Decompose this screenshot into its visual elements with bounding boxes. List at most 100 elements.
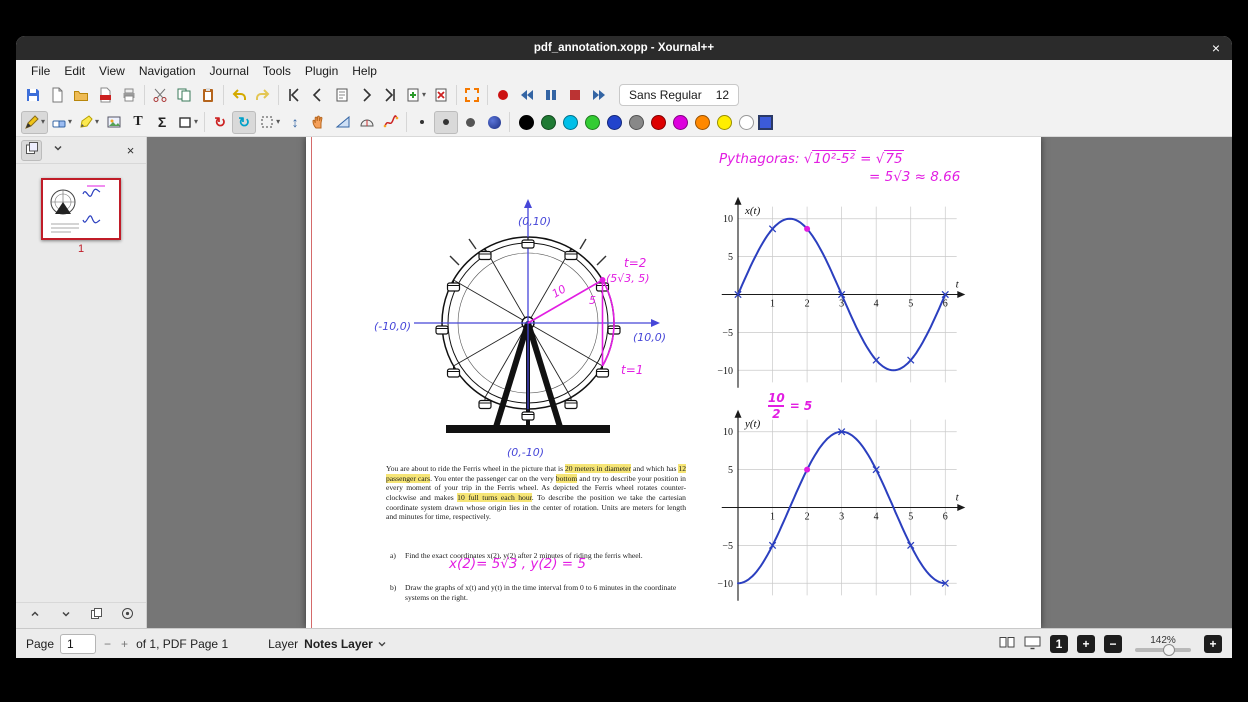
last-page-button[interactable]	[378, 83, 402, 106]
first-page-button[interactable]	[282, 83, 306, 106]
color-swatch-2[interactable]	[563, 114, 579, 130]
duplicate-page-button[interactable]	[86, 605, 107, 626]
menu-item-navigation[interactable]: Navigation	[132, 62, 203, 80]
document-canvas[interactable]: Pythagoras: √10²-5² = √75 = 5√3 ≈ 8.66 1…	[147, 137, 1232, 628]
save-button[interactable]	[21, 83, 45, 106]
svg-text:2: 2	[805, 512, 810, 523]
pause-button[interactable]	[539, 83, 563, 106]
open-button[interactable]	[69, 83, 93, 106]
radical-1: √10²-5²	[803, 150, 856, 167]
xournalpp-window: pdf_annotation.xopp - Xournal++ × File Ed…	[16, 36, 1232, 658]
color-swatch-10[interactable]	[739, 114, 755, 130]
content-area: × 1 Pythagoras: √10²-5² = √75 = 5√3 ≈ 8.…	[16, 137, 1232, 628]
image-tool-button[interactable]	[102, 111, 126, 134]
page-number-indicator[interactable]: 1	[1050, 634, 1068, 653]
math-tex-button[interactable]: Σ	[150, 111, 174, 134]
select-tool-button[interactable]: ▾	[256, 111, 283, 134]
vertical-space-button[interactable]: ↕	[283, 111, 307, 134]
copy-button[interactable]	[172, 83, 196, 106]
menu-item-help[interactable]: Help	[345, 62, 384, 80]
color-swatch-9[interactable]	[717, 114, 733, 130]
stroke-width-thick-button[interactable]	[458, 111, 482, 134]
delete-page-button[interactable]	[429, 83, 453, 106]
stroke-width-fine-button[interactable]	[410, 111, 434, 134]
stroke-width-medium-button[interactable]	[434, 110, 459, 134]
window-title: pdf_annotation.xopp - Xournal++	[533, 42, 715, 54]
color-swatch-0[interactable]	[519, 114, 535, 130]
window-close-button[interactable]: ×	[1212, 36, 1220, 60]
previous-page-button[interactable]	[306, 83, 330, 106]
paste-button[interactable]	[196, 83, 220, 106]
presentation-mode-button[interactable]	[1024, 635, 1041, 653]
color-swatch-5[interactable]	[629, 114, 645, 130]
page-decrement-button[interactable]: −	[102, 637, 113, 651]
stop-button[interactable]	[563, 83, 587, 106]
annotated-page-icon	[334, 87, 350, 103]
page-increment-button[interactable]: +	[119, 637, 130, 651]
eraser-tool-button[interactable]: ▾	[48, 111, 75, 134]
menu-item-file[interactable]: File	[24, 62, 57, 80]
color-swatch-8[interactable]	[695, 114, 711, 130]
preview-pane-button[interactable]	[21, 139, 42, 161]
new-document-button[interactable]	[45, 83, 69, 106]
fullscreen-button[interactable]	[460, 83, 484, 106]
zoom-slider[interactable]	[1135, 644, 1191, 656]
layer-select[interactable]: Notes Layer	[304, 637, 387, 651]
annotated-page-button[interactable]	[330, 83, 354, 106]
chevron-down-icon	[52, 141, 64, 159]
cut-button[interactable]	[148, 83, 172, 106]
sidebar-close-button[interactable]: ×	[120, 140, 141, 161]
highlighter-tool-button[interactable]: ▾	[75, 111, 102, 134]
color-swatch-4[interactable]	[607, 114, 623, 130]
focus-page-button[interactable]	[117, 605, 138, 626]
export-pdf-button[interactable]	[93, 83, 117, 106]
zoom-slider-handle[interactable]	[1162, 644, 1175, 656]
color-swatch-1[interactable]	[541, 114, 557, 130]
menu-item-view[interactable]: View	[92, 62, 132, 80]
color-swatch-7[interactable]	[673, 114, 689, 130]
zoom-in-button[interactable]: +	[1077, 634, 1095, 653]
color-swatch-3[interactable]	[585, 114, 601, 130]
redo-button[interactable]	[251, 83, 275, 106]
menu-item-plugin[interactable]: Plugin	[298, 62, 345, 80]
menu-item-journal[interactable]: Journal	[203, 62, 256, 80]
scroll-up-button[interactable]	[24, 605, 45, 626]
sidebar-dropdown-button[interactable]	[47, 140, 68, 161]
sidebar: × 1	[16, 137, 147, 628]
pen-tool-button[interactable]: ▾	[21, 110, 49, 134]
menu-item-tools[interactable]: Tools	[256, 62, 298, 80]
color-picker-button[interactable]	[758, 114, 774, 130]
grid-snap-button[interactable]: ↻	[232, 110, 257, 134]
rewind-button[interactable]	[515, 83, 539, 106]
next-page-button[interactable]	[354, 83, 378, 106]
add-page-button[interactable]: ▾	[402, 83, 429, 106]
fill-toggle-button[interactable]	[482, 111, 506, 134]
compass-tool-button[interactable]	[355, 111, 379, 134]
spline-tool-button[interactable]	[379, 111, 403, 134]
record-button[interactable]	[491, 83, 515, 106]
print-button[interactable]	[117, 83, 141, 106]
pythagoras-annotation: Pythagoras: √10²-5² = √75 = 5√3 ≈ 8.66	[719, 150, 961, 185]
forward-button[interactable]	[587, 83, 611, 106]
shapes-tool-button[interactable]: ▾	[174, 111, 201, 134]
page-number-input[interactable]	[60, 633, 97, 654]
menu-item-edit[interactable]: Edit	[57, 62, 92, 80]
rotation-snap-button[interactable]: ↻	[208, 111, 232, 134]
pdf-page[interactable]: Pythagoras: √10²-5² = √75 = 5√3 ≈ 8.66 1…	[306, 137, 1041, 628]
two-page-view-button[interactable]	[999, 635, 1015, 653]
color-swatch-6[interactable]	[651, 114, 667, 130]
add-button[interactable]: +	[1204, 634, 1222, 653]
text-tool-button[interactable]: T	[126, 111, 150, 134]
scroll-down-button[interactable]	[55, 605, 76, 626]
redo-icon	[255, 87, 271, 103]
svg-text:10: 10	[723, 214, 733, 225]
undo-button[interactable]	[227, 83, 251, 106]
titlebar[interactable]: pdf_annotation.xopp - Xournal++ ×	[16, 36, 1232, 60]
setsquare-tool-button[interactable]	[331, 111, 355, 134]
font-selector[interactable]: Sans Regular 12	[619, 83, 740, 106]
zoom-out-button[interactable]: −	[1104, 634, 1122, 653]
pen-icon	[24, 114, 40, 130]
page-thumbnail[interactable]	[41, 178, 121, 240]
hand-tool-button[interactable]	[307, 111, 331, 134]
svg-text:1: 1	[770, 512, 775, 523]
